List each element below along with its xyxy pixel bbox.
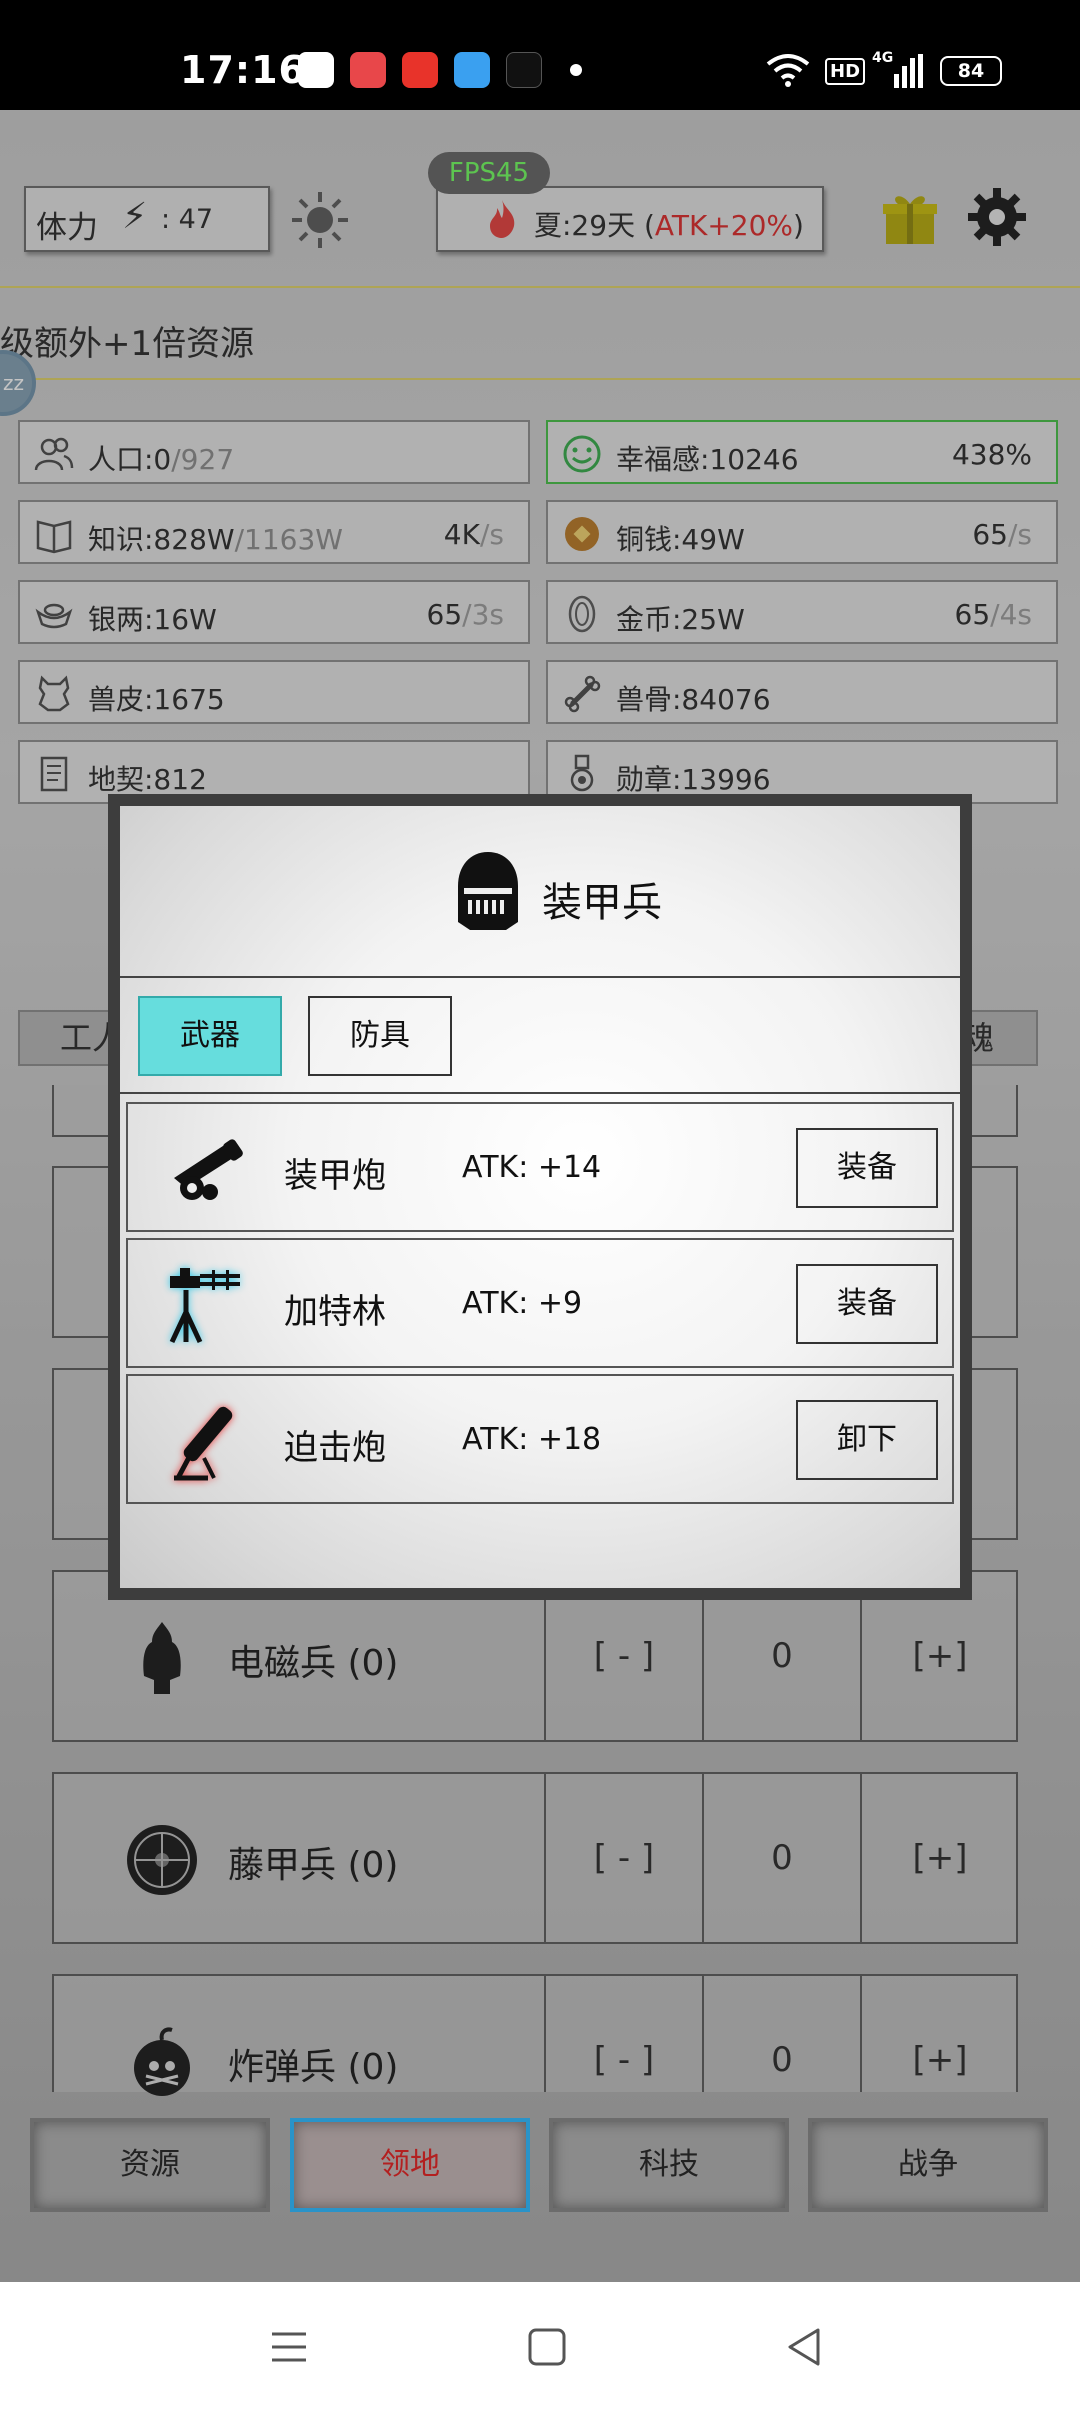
battery-indicator: 84 [940,56,1002,86]
menu-icon[interactable] [264,2322,314,2372]
system-nav-bar [0,2282,1080,2412]
divider [120,1092,960,1094]
blue-app-icon [454,52,490,88]
gatling-gun-icon [169,1268,240,1344]
status-bar: 17:16 HD 4G 84 [0,0,1080,110]
weapon-row-mortar: 迫击炮 ATK: +18 卸下 [126,1374,954,1504]
weapon-name: 迫击炮 [284,1428,386,1468]
tab-armor[interactable]: 防具 [308,996,452,1076]
dialog-header: 装甲兵 [120,806,960,978]
weapon-row-armored-cannon: 装甲炮 ATK: +14 装备 [126,1102,954,1232]
hd-icon: HD [825,58,866,85]
nav-territory[interactable]: 领地 [290,2118,530,2212]
dialog-title: 装甲兵 [542,880,662,926]
mortar-icon [174,1406,233,1481]
home-icon[interactable] [522,2322,572,2372]
weapon-name: 装甲炮 [284,1156,386,1196]
equipment-dialog: 装甲兵 武器 防具 装甲炮 ATK: +14 装备 加特林 ATK: +9 装备… [108,794,972,1600]
knight-helmet-icon [458,852,518,930]
weapon-name: 加特林 [284,1292,386,1332]
cannon-icon [174,1139,243,1200]
tab-weapons[interactable]: 武器 [138,996,282,1076]
nav-tech[interactable]: 科技 [549,2118,789,2212]
weapon-atk: ATK: +14 [462,1150,602,1185]
tiktok-icon [506,52,542,88]
more-notifications-icon [570,64,582,76]
divider [120,976,960,978]
equip-button[interactable]: 装备 [796,1264,938,1344]
nav-resources[interactable]: 资源 [30,2118,270,2212]
weapon-atk: ATK: +18 [462,1422,602,1457]
equip-button[interactable]: 装备 [796,1128,938,1208]
listen-app-icon [402,52,438,88]
weapon-atk: ATK: +9 [462,1286,583,1321]
weapon-row-gatling: 加特林 ATK: +9 装备 [126,1238,954,1368]
clock: 17:16 [180,48,306,92]
signal-icon [894,54,923,88]
wifi-icon [766,54,810,87]
dialog-body: 装甲兵 武器 防具 装甲炮 ATK: +14 装备 加特林 ATK: +9 装备… [120,806,960,1588]
back-icon[interactable] [780,2322,830,2372]
music-app-icon [350,52,386,88]
unequip-button[interactable]: 卸下 [796,1400,938,1480]
notification-app-icon [298,52,334,88]
nav-war[interactable]: 战争 [808,2118,1048,2212]
